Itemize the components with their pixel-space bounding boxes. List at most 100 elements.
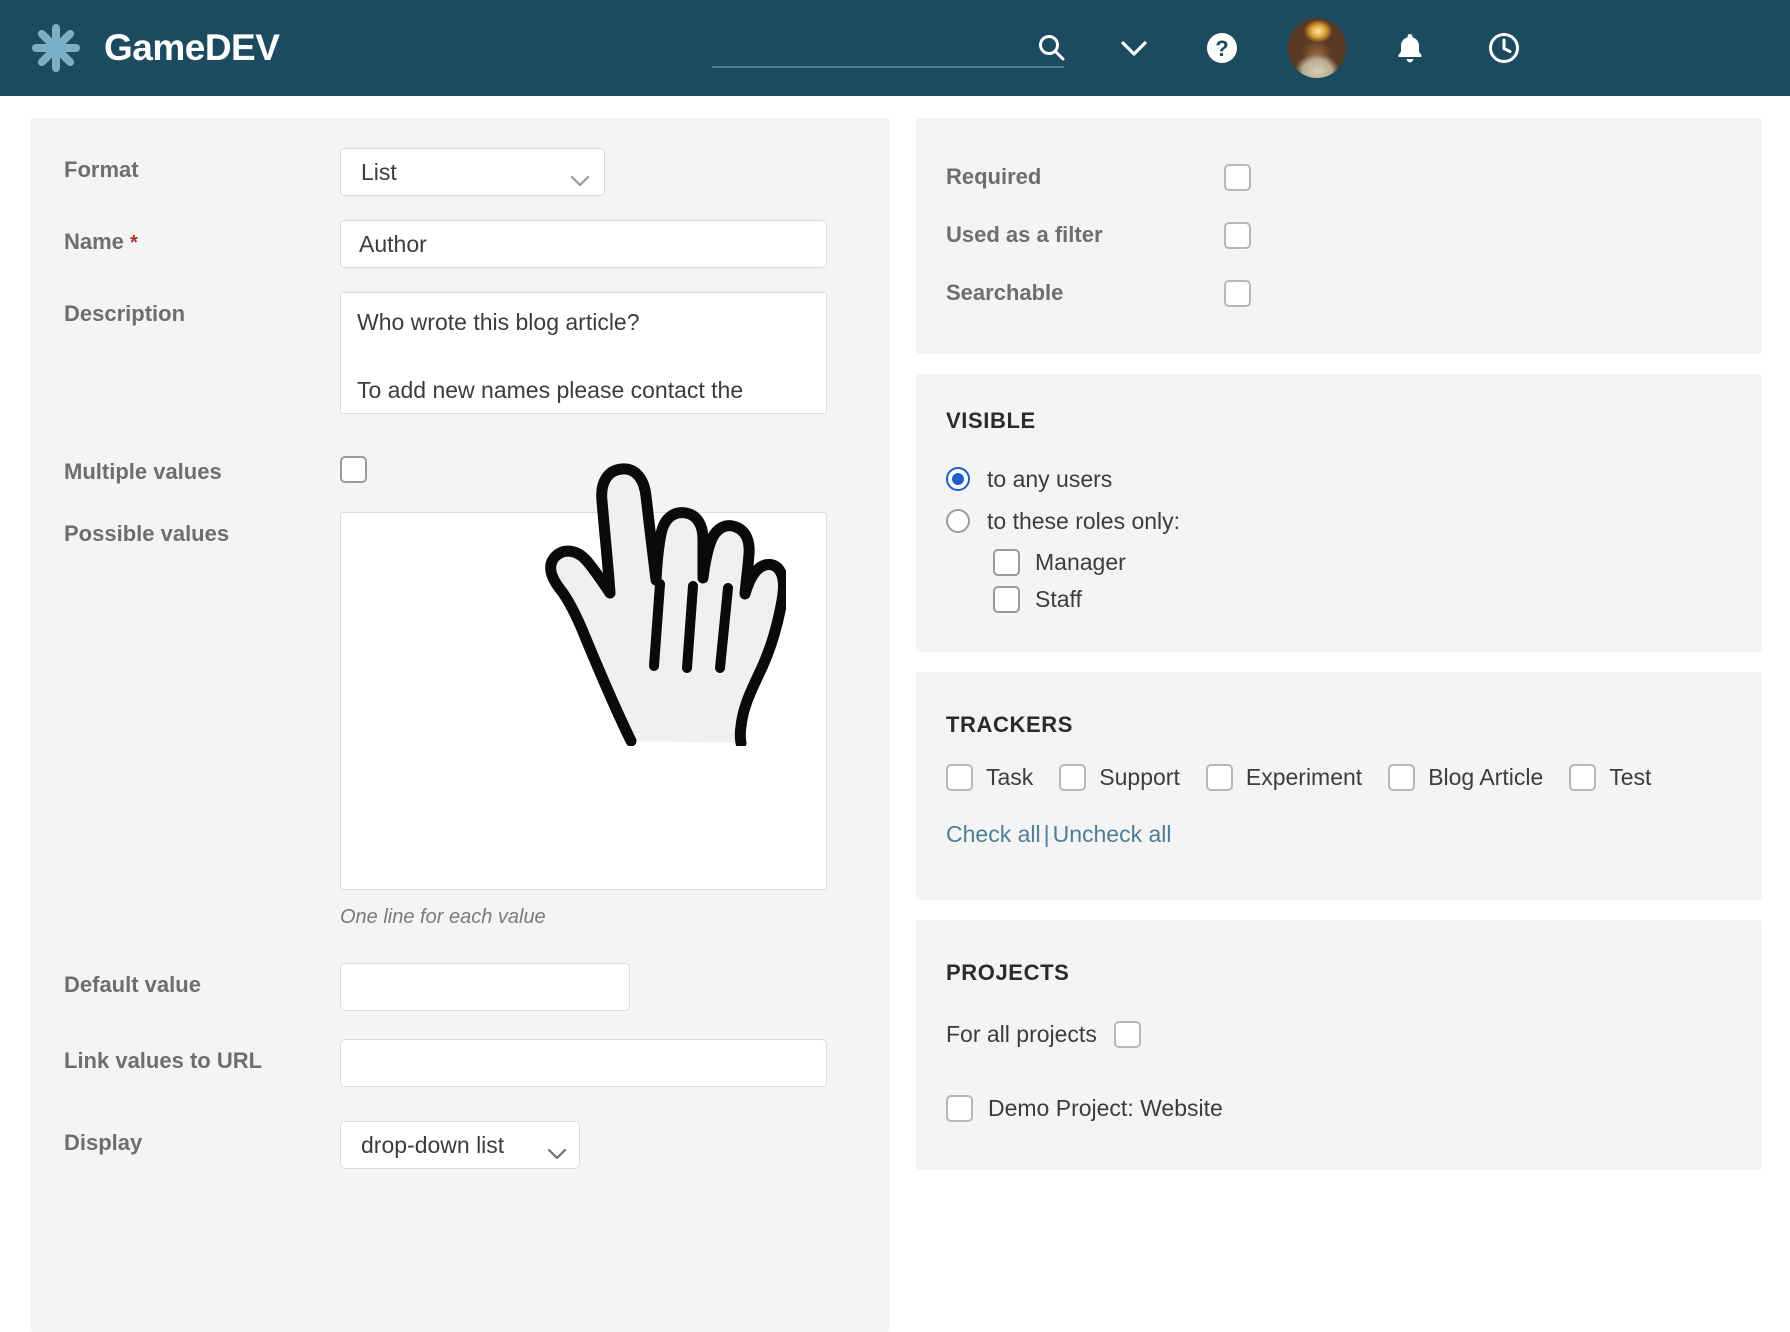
bell-icon[interactable] <box>1384 22 1436 74</box>
display-label: Display <box>64 1130 143 1155</box>
role-row-staff: Staff <box>916 581 1762 618</box>
default-value-label: Default value <box>64 972 201 997</box>
possible-values-hint: One line for each value <box>340 906 546 928</box>
asterisk-logo-icon <box>30 22 82 74</box>
global-search[interactable] <box>712 34 1064 72</box>
links-separator: | <box>1043 821 1050 847</box>
form-row-name: Name * <box>30 196 890 268</box>
for-all-projects-row: For all projects <box>916 1012 1762 1056</box>
used-as-filter-checkbox[interactable] <box>1224 221 1251 249</box>
form-row-default-value: Default value <box>30 929 890 1011</box>
form-row-description: Description <box>30 268 890 414</box>
tracker-item-test: Test <box>1569 764 1651 791</box>
form-row-display: Display drop-down list <box>30 1087 890 1217</box>
tracker-blog-article-label: Blog Article <box>1428 764 1544 790</box>
clock-icon[interactable] <box>1478 22 1530 74</box>
form-row-format: Format List <box>30 118 890 196</box>
search-icon[interactable] <box>1026 22 1078 74</box>
check-all-link[interactable]: Check all <box>946 821 1041 847</box>
option-row-searchable: Searchable <box>916 264 1762 322</box>
project-item-demo-website: Demo Project: Website <box>916 1086 1762 1130</box>
uncheck-all-link[interactable]: Uncheck all <box>1053 821 1172 847</box>
tracker-task-label: Task <box>986 764 1034 790</box>
chevron-down-icon <box>547 1139 567 1160</box>
svg-text:?: ? <box>1215 36 1228 61</box>
avatar[interactable] <box>1288 18 1346 78</box>
visible-any-users-radio[interactable] <box>946 467 970 491</box>
search-input[interactable] <box>712 34 1064 68</box>
tracker-experiment-checkbox[interactable] <box>1205 764 1233 791</box>
help-icon[interactable]: ? <box>1196 22 1248 74</box>
trackers-bulk-links: Check all | Uncheck all <box>916 821 1762 848</box>
multiple-values-label: Multiple values <box>64 459 222 484</box>
format-select-value: List <box>361 158 397 185</box>
trackers-checkbox-row: Task Support Experiment Blog Article Tes… <box>916 764 1762 791</box>
display-select-value: drop-down list <box>361 1131 505 1158</box>
trackers-panel: TRACKERS Task Support Experiment Blog Ar… <box>916 672 1762 900</box>
visible-roles-only-radio[interactable] <box>946 509 970 533</box>
display-select[interactable]: drop-down list <box>340 1121 580 1169</box>
projects-panel: PROJECTS For all projects Demo Project: … <box>916 920 1762 1170</box>
role-manager-checkbox[interactable] <box>993 549 1020 576</box>
visible-option-roles-only[interactable]: to these roles only: <box>916 502 1762 540</box>
brand-title: GameDEV <box>104 27 280 68</box>
name-input[interactable] <box>340 220 827 268</box>
required-asterisk: * <box>130 232 138 254</box>
option-row-required: Required <box>916 148 1762 206</box>
chevron-down-icon <box>570 166 590 187</box>
tracker-item-experiment: Experiment <box>1205 764 1363 791</box>
default-value-input[interactable] <box>340 963 630 1011</box>
chevron-down-icon[interactable] <box>1108 22 1160 74</box>
options-panel: Required Used as a filter Searchable <box>916 118 1762 354</box>
name-label-text: Name <box>64 229 124 254</box>
possible-values-textarea[interactable] <box>340 512 827 890</box>
project-demo-website-label: Demo Project: Website <box>988 1094 1223 1121</box>
top-navigation-bar: GameDEV ? <box>0 0 1790 96</box>
required-label: Required <box>946 164 1042 189</box>
multiple-values-checkbox[interactable] <box>340 456 367 483</box>
visible-panel-title: VISIBLE <box>946 408 1036 433</box>
trackers-panel-title: TRACKERS <box>946 712 1074 737</box>
visible-panel: VISIBLE to any users to these roles only… <box>916 374 1762 652</box>
format-label: Format <box>64 157 139 182</box>
possible-values-label: Possible values <box>64 521 230 546</box>
format-select[interactable]: List <box>340 148 605 196</box>
role-row-manager: Manager <box>916 544 1762 581</box>
tracker-task-checkbox[interactable] <box>946 764 973 791</box>
page-content: Format List Name * Author Description Wh… <box>0 96 1790 1332</box>
for-all-projects-label: For all projects <box>946 1020 1097 1047</box>
avatar-image <box>1288 18 1346 78</box>
tracker-test-label: Test <box>1609 764 1652 790</box>
tracker-experiment-label: Experiment <box>1245 764 1363 790</box>
project-demo-website-checkbox[interactable] <box>946 1094 973 1122</box>
required-checkbox[interactable] <box>1224 163 1251 191</box>
visible-option-any-users[interactable]: to any users <box>916 460 1762 498</box>
searchable-label: Searchable <box>946 280 1064 305</box>
form-row-possible-values: Possible values One line for each value <box>30 486 890 929</box>
for-all-projects-checkbox[interactable] <box>1113 1020 1141 1048</box>
tracker-item-support: Support <box>1059 764 1180 791</box>
brand[interactable]: GameDEV <box>30 22 280 74</box>
visible-any-users-label: to any users <box>987 465 1113 492</box>
searchable-checkbox[interactable] <box>1224 279 1251 307</box>
role-staff-checkbox[interactable] <box>993 586 1020 613</box>
link-values-url-label: Link values to URL <box>64 1048 263 1073</box>
tracker-blog-article-checkbox[interactable] <box>1388 764 1416 791</box>
form-row-multiple-values: Multiple values <box>30 414 890 486</box>
tracker-item-blog-article: Blog Article <box>1388 764 1543 791</box>
option-row-used-as-filter: Used as a filter <box>916 206 1762 264</box>
role-manager-label: Manager <box>1035 549 1126 575</box>
projects-panel-title: PROJECTS <box>946 960 1070 985</box>
tracker-support-label: Support <box>1099 764 1180 790</box>
tracker-support-checkbox[interactable] <box>1059 764 1087 791</box>
tracker-test-checkbox[interactable] <box>1569 764 1597 791</box>
field-settings-form: Format List Name * Author Description Wh… <box>30 118 890 1332</box>
field-options-column: Required Used as a filter Searchable VIS… <box>916 118 1762 1170</box>
role-staff-label: Staff <box>1035 586 1082 612</box>
description-textarea[interactable] <box>340 292 827 414</box>
description-label: Description <box>64 301 186 326</box>
name-label: Name * <box>64 220 340 257</box>
form-row-link-values-url: Link values to URL <box>30 1011 890 1087</box>
visible-roles-only-label: to these roles only: <box>987 507 1181 534</box>
link-values-url-input[interactable] <box>340 1039 827 1087</box>
